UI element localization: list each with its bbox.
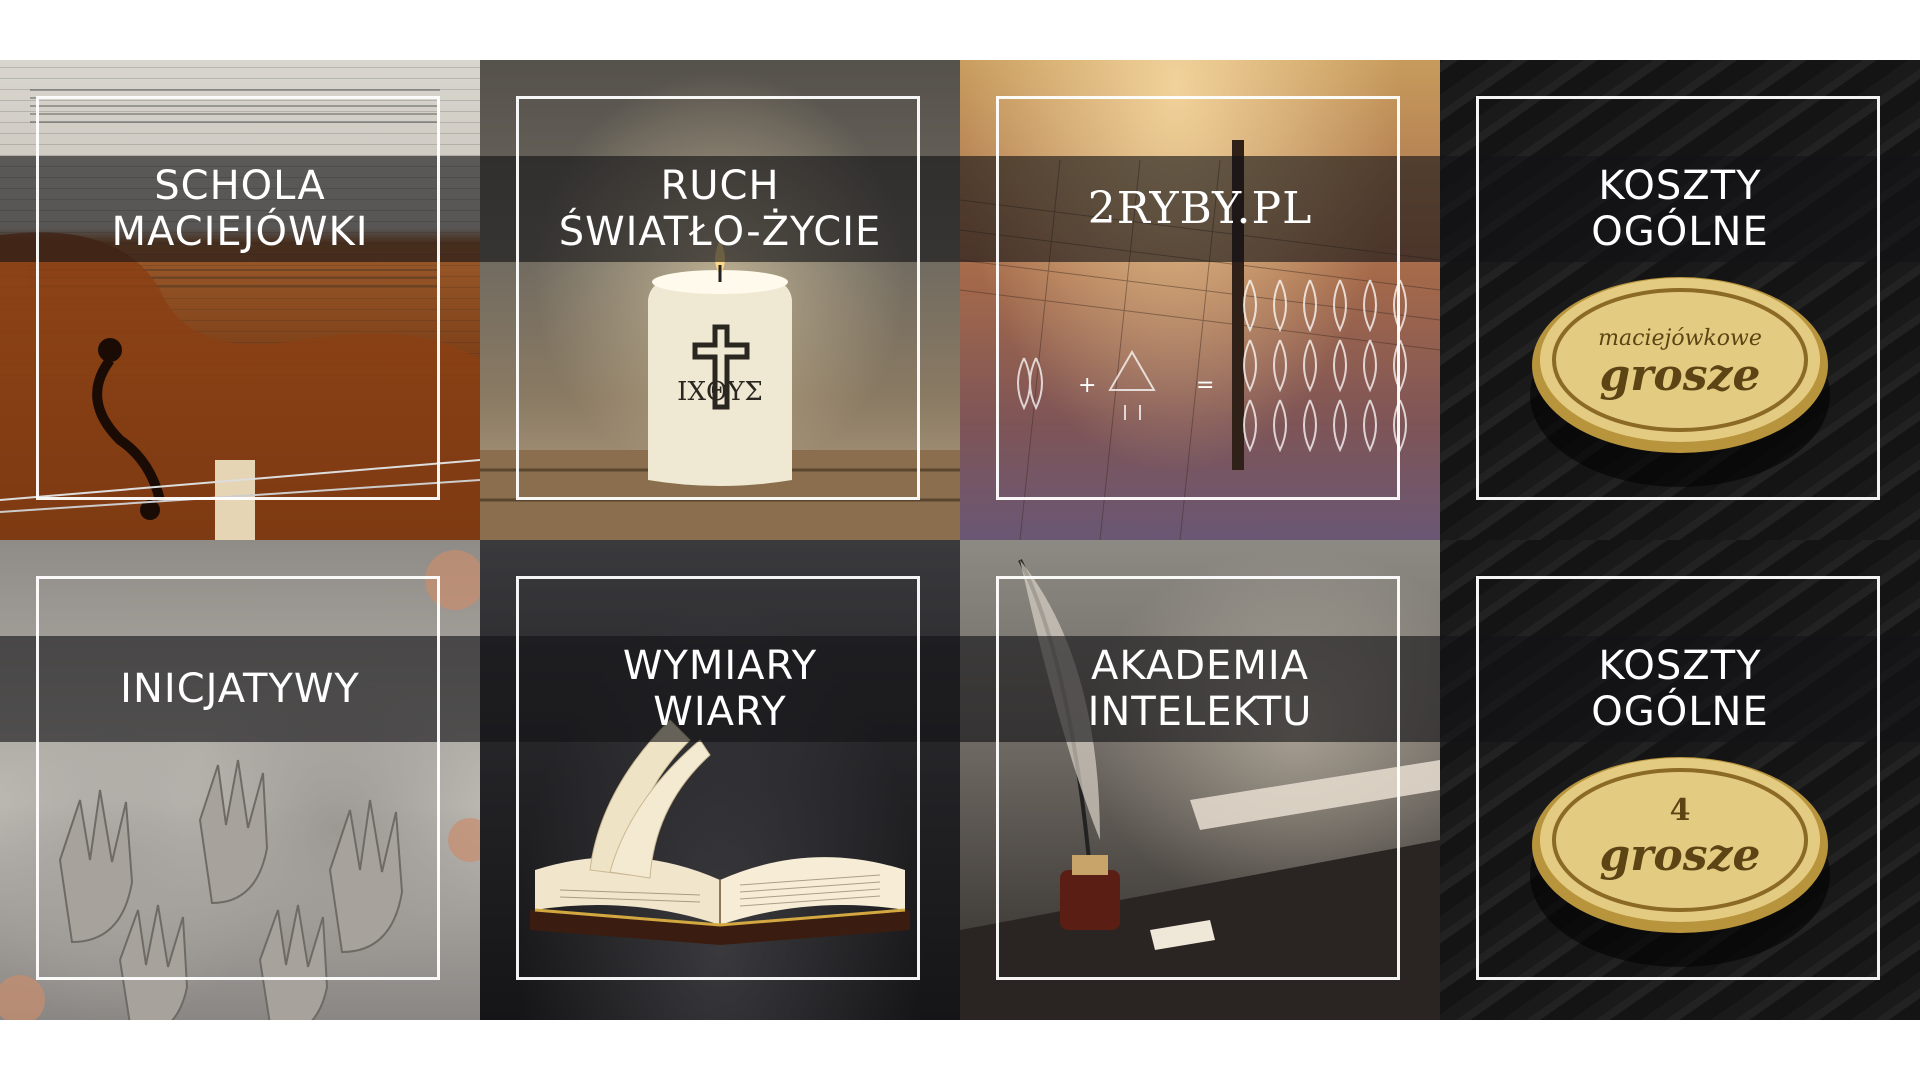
tile-inicjatywy[interactable]: INICJATYWY: [0, 540, 480, 1020]
coin-text-bottom: grosze: [1599, 830, 1760, 881]
coin-icon: maciejówkowe grosze: [1530, 277, 1830, 487]
quill-image: [960, 540, 1440, 1020]
tile-title: SCHOLA MACIEJÓWKI: [111, 163, 369, 255]
candle-icon: ΙΧΘΥΣ: [480, 240, 960, 540]
candle-symbol: ΙΧΘΥΣ: [677, 377, 763, 407]
coin-image: maciejówkowe grosze: [1440, 60, 1920, 540]
tile-title: AKADEMIA INTELEKTU: [1087, 643, 1313, 735]
open-bible-icon: [530, 719, 910, 945]
tile-schola[interactable]: SCHOLA MACIEJÓWKI: [0, 60, 480, 540]
tile-wymiary-wiary[interactable]: WYMIARY WIARY: [480, 540, 960, 1020]
tile-title: KOSZTY OGÓLNE: [1591, 163, 1769, 255]
coin-icon: 4 grosze: [1530, 757, 1830, 967]
coin-text-bottom: grosze: [1599, 350, 1760, 401]
fish-net-icon: + =: [960, 140, 1440, 540]
fishing-net-image: + =: [960, 60, 1440, 540]
tile-koszty-ogolne-2[interactable]: 4 grosze KOSZTY OGÓLNE: [1440, 540, 1920, 1020]
bible-image: [480, 540, 960, 1020]
violin-image: [0, 60, 480, 540]
tile-title: RUCH ŚWIATŁO-ŻYCIE: [558, 163, 882, 255]
coin-text-top: 4: [1670, 793, 1691, 828]
tile-2ryby[interactable]: + = 2RYBY.PL: [960, 60, 1440, 540]
tile-koszty-ogolne-1[interactable]: maciejówkowe grosze KOSZTY OGÓLNE: [1440, 60, 1920, 540]
tile-title: 2RYBY.PL: [1087, 183, 1313, 234]
tile-title: KOSZTY OGÓLNE: [1591, 643, 1769, 735]
quill-inkwell-icon: [960, 559, 1440, 1020]
tile-grid: SCHOLA MACIEJÓWKI ΙΧΘΥΣ RUCH ŚWIATŁO-ŻYC…: [0, 60, 1920, 1020]
tile-title: WYMIARY WIARY: [622, 643, 818, 735]
coin-image: 4 grosze: [1440, 540, 1920, 1020]
coin-text-top: maciejówkowe: [1598, 326, 1762, 351]
tile-ruch-swiatlo-zycie[interactable]: ΙΧΘΥΣ RUCH ŚWIATŁO-ŻYCIE: [480, 60, 960, 540]
clay-hands-icon: [0, 550, 480, 1020]
violin-icon: [0, 89, 480, 540]
clay-hands-image: [0, 540, 480, 1020]
tile-akademia-intelektu[interactable]: AKADEMIA INTELEKTU: [960, 540, 1440, 1020]
tile-title: INICJATYWY: [120, 666, 360, 712]
plus-sign: +: [1078, 373, 1096, 398]
candle-image: ΙΧΘΥΣ: [480, 60, 960, 540]
equals-sign: =: [1196, 373, 1214, 398]
